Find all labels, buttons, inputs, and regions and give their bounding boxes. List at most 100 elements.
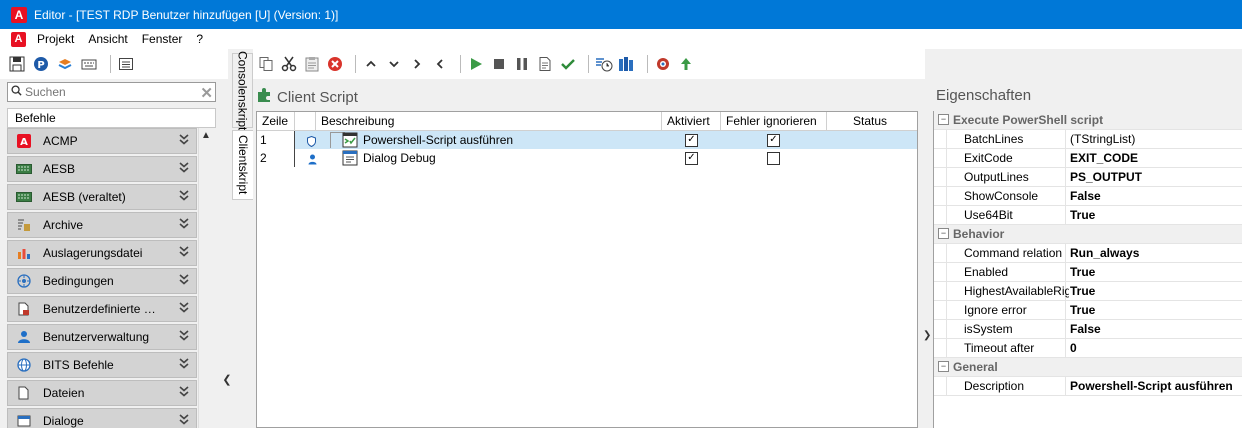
table-row[interactable]: 2 Dialog Debug ✓ bbox=[257, 149, 917, 167]
expand-chevron-icon[interactable] bbox=[178, 160, 190, 177]
column-aktiviert[interactable]: Aktiviert bbox=[662, 112, 721, 130]
list-icon[interactable] bbox=[117, 55, 135, 73]
collapse-panel-icon[interactable]: ❮ bbox=[222, 370, 232, 388]
move-up-icon[interactable] bbox=[362, 55, 380, 73]
property-value[interactable]: Run_always bbox=[1070, 244, 1139, 262]
check-icon[interactable] bbox=[559, 55, 577, 73]
command-category[interactable]: A ACMP bbox=[7, 128, 197, 154]
expand-chevron-icon[interactable] bbox=[178, 356, 190, 373]
property-value[interactable]: Powershell-Script ausführen bbox=[1070, 377, 1233, 395]
property-value[interactable]: EXIT_CODE bbox=[1070, 149, 1138, 167]
expand-chevron-icon[interactable] bbox=[178, 216, 190, 233]
arrow-up-icon[interactable] bbox=[677, 55, 695, 73]
clear-search-icon[interactable]: ✕ bbox=[200, 84, 213, 102]
copy-icon[interactable] bbox=[257, 55, 275, 73]
layers-icon[interactable] bbox=[56, 55, 74, 73]
command-category[interactable]: Benutzerverwaltung bbox=[7, 324, 197, 350]
property-row[interactable]: Description Powershell-Script ausführen bbox=[934, 377, 1242, 396]
document-icon[interactable] bbox=[536, 55, 554, 73]
collapse-category-icon[interactable]: − bbox=[938, 361, 949, 372]
library-icon[interactable] bbox=[618, 55, 636, 73]
expand-chevron-icon[interactable] bbox=[178, 300, 190, 317]
command-category[interactable]: AESB (veraltet) bbox=[7, 184, 197, 210]
search-input[interactable] bbox=[25, 85, 185, 99]
menu-logo-icon[interactable]: A bbox=[11, 31, 26, 47]
enabled-checkbox[interactable]: ✓ bbox=[685, 134, 698, 147]
schedule-icon[interactable] bbox=[595, 55, 613, 73]
command-category[interactable]: Benutzerdefinierte Skripte bbox=[7, 296, 197, 322]
command-category[interactable]: BITS Befehle bbox=[7, 352, 197, 378]
table-row[interactable]: 1 Powershell-Script ausführen ✓ ✓ bbox=[257, 131, 917, 149]
command-category[interactable]: Dialoge bbox=[7, 408, 197, 428]
property-row[interactable]: Command relation Run_always bbox=[934, 244, 1242, 263]
property-category[interactable]: − General bbox=[934, 358, 1242, 377]
property-row[interactable]: HighestAvailableRightsTrue bbox=[934, 282, 1242, 301]
property-value[interactable]: True bbox=[1070, 263, 1095, 281]
command-category[interactable]: Dateien bbox=[7, 380, 197, 406]
delete-icon[interactable] bbox=[326, 55, 344, 73]
stop-icon[interactable] bbox=[490, 55, 508, 73]
ignore-errors-checkbox[interactable]: ✓ bbox=[767, 134, 780, 147]
enabled-checkbox[interactable]: ✓ bbox=[685, 152, 698, 165]
cut-icon[interactable] bbox=[280, 55, 298, 73]
property-value[interactable]: PS_OUTPUT bbox=[1070, 168, 1142, 186]
ignore-errors-checkbox[interactable] bbox=[767, 152, 780, 165]
column-zeile[interactable]: Zeile bbox=[257, 112, 295, 130]
play-icon[interactable] bbox=[467, 55, 485, 73]
move-down-icon[interactable] bbox=[385, 55, 403, 73]
property-row[interactable]: BatchLines (TStringList) bbox=[934, 130, 1242, 149]
property-value[interactable]: (TStringList) bbox=[1070, 130, 1135, 148]
command-category[interactable]: Auslagerungsdatei bbox=[7, 240, 197, 266]
expand-chevron-icon[interactable] bbox=[178, 272, 190, 289]
expand-chevron-icon[interactable] bbox=[178, 244, 190, 261]
paste-icon[interactable] bbox=[303, 55, 321, 73]
property-value[interactable]: True bbox=[1070, 282, 1095, 300]
command-list-scrollbar[interactable] bbox=[198, 128, 215, 428]
column-beschreibung[interactable]: Beschreibung bbox=[316, 112, 662, 130]
property-value[interactable]: False bbox=[1070, 320, 1101, 338]
save-icon[interactable] bbox=[8, 55, 26, 73]
property-row[interactable]: OutputLines PS_OUTPUT bbox=[934, 168, 1242, 187]
menu-ansicht[interactable]: Ansicht bbox=[81, 32, 134, 46]
keyboard-icon[interactable] bbox=[80, 55, 98, 73]
search-target-icon[interactable] bbox=[654, 55, 672, 73]
property-row[interactable]: Ignore error True bbox=[934, 301, 1242, 320]
tab-consolenskript[interactable]: Consolenskript bbox=[232, 51, 253, 130]
menu-bar: A Projekt Ansicht Fenster ? bbox=[0, 29, 1242, 49]
property-category[interactable]: − Behavior bbox=[934, 225, 1242, 244]
collapse-category-icon[interactable]: − bbox=[938, 228, 949, 239]
pause-icon[interactable] bbox=[513, 55, 531, 73]
property-value[interactable]: True bbox=[1070, 206, 1095, 224]
menu-projekt[interactable]: Projekt bbox=[30, 32, 81, 46]
column-fehler-ignorieren[interactable]: Fehler ignorieren bbox=[721, 112, 827, 130]
property-value[interactable]: False bbox=[1070, 187, 1101, 205]
indent-left-icon[interactable] bbox=[431, 55, 449, 73]
property-value[interactable]: True bbox=[1070, 301, 1095, 319]
property-value[interactable]: 0 bbox=[1070, 339, 1077, 357]
expand-chevron-icon[interactable] bbox=[178, 132, 190, 149]
indent-right-icon[interactable] bbox=[408, 55, 426, 73]
expand-chevron-icon[interactable] bbox=[178, 188, 190, 205]
expand-panel-icon[interactable]: ❯ bbox=[923, 330, 931, 341]
script-grid: Zeile Beschreibung Aktiviert Fehler igno… bbox=[256, 111, 918, 428]
command-category[interactable]: Bedingungen bbox=[7, 268, 197, 294]
expand-chevron-icon[interactable] bbox=[178, 412, 190, 428]
command-category[interactable]: AESB bbox=[7, 156, 197, 182]
scroll-up-icon[interactable]: ▲ bbox=[198, 128, 214, 142]
property-row[interactable]: Use64Bit True bbox=[934, 206, 1242, 225]
column-status[interactable]: Status bbox=[827, 112, 917, 130]
property-row[interactable]: isSystem False bbox=[934, 320, 1242, 339]
property-row[interactable]: Timeout after 0 bbox=[934, 339, 1242, 358]
property-row[interactable]: Enabled True bbox=[934, 263, 1242, 282]
expand-chevron-icon[interactable] bbox=[178, 328, 190, 345]
project-p-icon[interactable]: P bbox=[32, 55, 50, 73]
collapse-category-icon[interactable]: − bbox=[938, 114, 949, 125]
property-category[interactable]: − Execute PowerShell script bbox=[934, 111, 1242, 130]
property-row[interactable]: ShowConsole False bbox=[934, 187, 1242, 206]
command-category[interactable]: Archive bbox=[7, 212, 197, 238]
menu-help[interactable]: ? bbox=[189, 32, 210, 46]
menu-fenster[interactable]: Fenster bbox=[135, 32, 190, 46]
property-row[interactable]: ExitCode EXIT_CODE bbox=[934, 149, 1242, 168]
expand-chevron-icon[interactable] bbox=[178, 384, 190, 401]
tab-clientskript[interactable]: Clientskript bbox=[232, 130, 253, 200]
